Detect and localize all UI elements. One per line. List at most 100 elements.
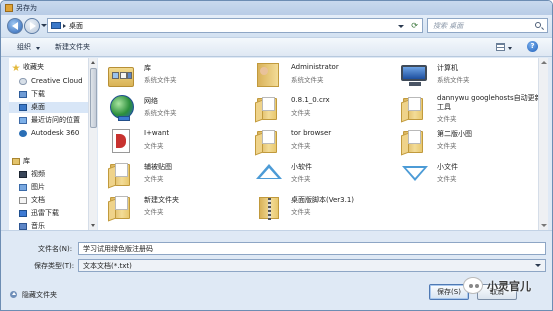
file-name: tor browser bbox=[291, 129, 332, 137]
list-item[interactable]: 新建文件夹 文件夹 bbox=[108, 193, 253, 223]
search-placeholder: 搜索 桌面 bbox=[433, 22, 464, 30]
filetype-select[interactable]: 文本文档(*.txt) bbox=[78, 259, 546, 272]
triangle-up-icon bbox=[255, 160, 283, 188]
folder-icon bbox=[255, 127, 283, 155]
sidebar-item[interactable]: 最近访问的位置 bbox=[9, 115, 95, 126]
library-folder-icon-part bbox=[112, 72, 119, 79]
list-item[interactable]: 网络 系统文件夹 bbox=[108, 94, 253, 124]
help-icon[interactable]: ? bbox=[527, 41, 538, 52]
file-type: 文件夹 bbox=[144, 208, 164, 216]
folder-icon-part bbox=[110, 196, 130, 219]
sidebar-item[interactable]: Creative Cloud bbox=[9, 76, 95, 87]
app-file-icon-part bbox=[112, 129, 130, 153]
wechat-logo-icon bbox=[463, 277, 483, 294]
scrollbar-thumb[interactable] bbox=[90, 68, 97, 128]
file-name: 小文件 bbox=[437, 163, 458, 171]
address-row: 桌面 ⟳ 搜索 桌面 bbox=[1, 15, 552, 37]
folder-icon bbox=[108, 160, 136, 188]
search-input[interactable]: 搜索 桌面 bbox=[427, 18, 548, 33]
network-icon bbox=[108, 94, 136, 122]
list-item[interactable]: 0.8.1_0.crx 文件夹 bbox=[255, 94, 400, 124]
list-item[interactable]: 第二版小图 文件夹 bbox=[401, 127, 546, 157]
hide-folders-label: 隐藏文件夹 bbox=[22, 291, 57, 299]
triangle-up-icon-part bbox=[256, 164, 282, 179]
file-name: 网络 bbox=[144, 97, 158, 105]
sidebar-item[interactable]: 库 bbox=[9, 156, 95, 167]
list-item[interactable]: dannywu googlehosts自动更新工具 文件夹 bbox=[401, 94, 546, 124]
chevron-down-icon[interactable] bbox=[535, 264, 541, 267]
new-folder-button[interactable]: 新建文件夹 bbox=[55, 42, 90, 52]
watermark: 小灵官儿 bbox=[463, 275, 552, 297]
sidebar-item[interactable]: Autodesk 360 bbox=[9, 128, 95, 139]
watermark-text: 小灵官儿 bbox=[487, 280, 531, 293]
refresh-icon[interactable]: ⟳ bbox=[411, 21, 418, 30]
sidebar-item[interactable]: 收藏夹 bbox=[9, 62, 95, 73]
search-icon[interactable] bbox=[535, 22, 541, 28]
list-item[interactable]: tor browser 文件夹 bbox=[255, 127, 400, 157]
computer-icon-part bbox=[401, 65, 427, 81]
file-type: 文件夹 bbox=[437, 142, 457, 150]
forward-button[interactable] bbox=[24, 18, 40, 34]
desktop-icon bbox=[51, 22, 61, 29]
list-item[interactable]: 小文件 文件夹 bbox=[401, 160, 546, 190]
file-name: 计算机 bbox=[437, 64, 458, 72]
file-name: 辅被贴图 bbox=[144, 163, 172, 171]
video-library-icon bbox=[19, 171, 27, 178]
file-type: 系统文件夹 bbox=[144, 109, 177, 117]
music-library-icon bbox=[19, 223, 27, 230]
list-item[interactable]: 计算机 系统文件夹 bbox=[401, 61, 546, 91]
scroll-down-icon[interactable] bbox=[91, 224, 95, 227]
breadcrumb-location[interactable]: 桌面 bbox=[69, 21, 83, 31]
sidebar-item[interactable]: 迅雷下载 bbox=[9, 208, 95, 219]
list-item[interactable]: 辅被贴图 文件夹 bbox=[108, 160, 253, 190]
scroll-down-icon[interactable] bbox=[541, 224, 547, 227]
file-type: 系统文件夹 bbox=[144, 76, 177, 84]
address-bar[interactable]: 桌面 ⟳ bbox=[47, 18, 423, 33]
view-dropdown-icon[interactable] bbox=[508, 47, 512, 50]
triangle-down-icon-part bbox=[402, 166, 428, 181]
library-folder-icon-part bbox=[120, 72, 127, 79]
file-type: 文件夹 bbox=[291, 142, 311, 150]
file-name: 新建文件夹 bbox=[144, 196, 179, 204]
list-item[interactable]: Administrator 系统文件夹 bbox=[255, 61, 400, 91]
folder-icon-part bbox=[257, 97, 277, 120]
address-dropdown-icon[interactable] bbox=[398, 25, 404, 28]
list-item[interactable]: 库系统文件夹 bbox=[108, 61, 253, 91]
library-folder-icon-part bbox=[127, 72, 132, 79]
recent-places-icon bbox=[19, 117, 27, 124]
document-library-icon bbox=[19, 197, 27, 204]
title-bar[interactable]: 另存为 bbox=[1, 1, 552, 15]
filename-input[interactable]: 学习试用绿色版注册码 bbox=[78, 242, 546, 255]
sidebar-item-label: 库 bbox=[23, 157, 30, 165]
save-options-panel: 文件名(N): 学习试用绿色版注册码 保存类型(T): 文本文档(*.txt) … bbox=[1, 230, 552, 310]
organize-dropdown-icon[interactable] bbox=[36, 47, 40, 50]
list-item[interactable]: 小软件 文件夹 bbox=[255, 160, 400, 190]
file-name: 第二版小图 bbox=[437, 130, 472, 138]
file-list-scrollbar[interactable] bbox=[538, 58, 548, 230]
sidebar-item[interactable]: 文档 bbox=[9, 195, 95, 206]
zip-folder-icon bbox=[255, 193, 283, 221]
sidebar-item-label: 迅雷下载 bbox=[31, 209, 59, 217]
view-options-icon[interactable] bbox=[496, 43, 505, 51]
library-icon bbox=[12, 158, 20, 165]
sidebar-item-label: 最近访问的位置 bbox=[31, 116, 80, 124]
scroll-up-icon[interactable] bbox=[541, 61, 547, 64]
sidebar-item[interactable]: 下载 bbox=[9, 89, 95, 100]
save-as-dialog: 另存为 桌面 ⟳ 搜索 桌面 组织 新建文件夹 ? 收藏夹 Creative Cl… bbox=[0, 0, 553, 311]
back-button[interactable] bbox=[7, 18, 23, 34]
sidebar-item[interactable]: 图片 bbox=[9, 182, 95, 193]
navigation-scrollbar[interactable] bbox=[88, 58, 97, 230]
star-icon bbox=[12, 64, 20, 71]
sidebar-item-label: 视频 bbox=[31, 170, 45, 178]
list-item[interactable]: 桌面版脚本(Ver3.1) 文件夹 bbox=[255, 193, 400, 223]
organize-button[interactable]: 组织 bbox=[17, 42, 31, 52]
list-item[interactable]: I+want 文件夹 bbox=[108, 127, 253, 157]
scroll-up-icon[interactable] bbox=[91, 61, 95, 64]
folder-icon-part bbox=[408, 97, 421, 111]
toolbar: 组织 新建文件夹 ? bbox=[1, 37, 552, 57]
breadcrumb-chevron-icon[interactable] bbox=[63, 24, 66, 28]
forward-arrow-icon bbox=[30, 22, 36, 30]
sidebar-item[interactable]: 桌面 bbox=[9, 102, 95, 113]
user-folder-icon-part bbox=[257, 63, 279, 87]
sidebar-item[interactable]: 视频 bbox=[9, 169, 95, 180]
